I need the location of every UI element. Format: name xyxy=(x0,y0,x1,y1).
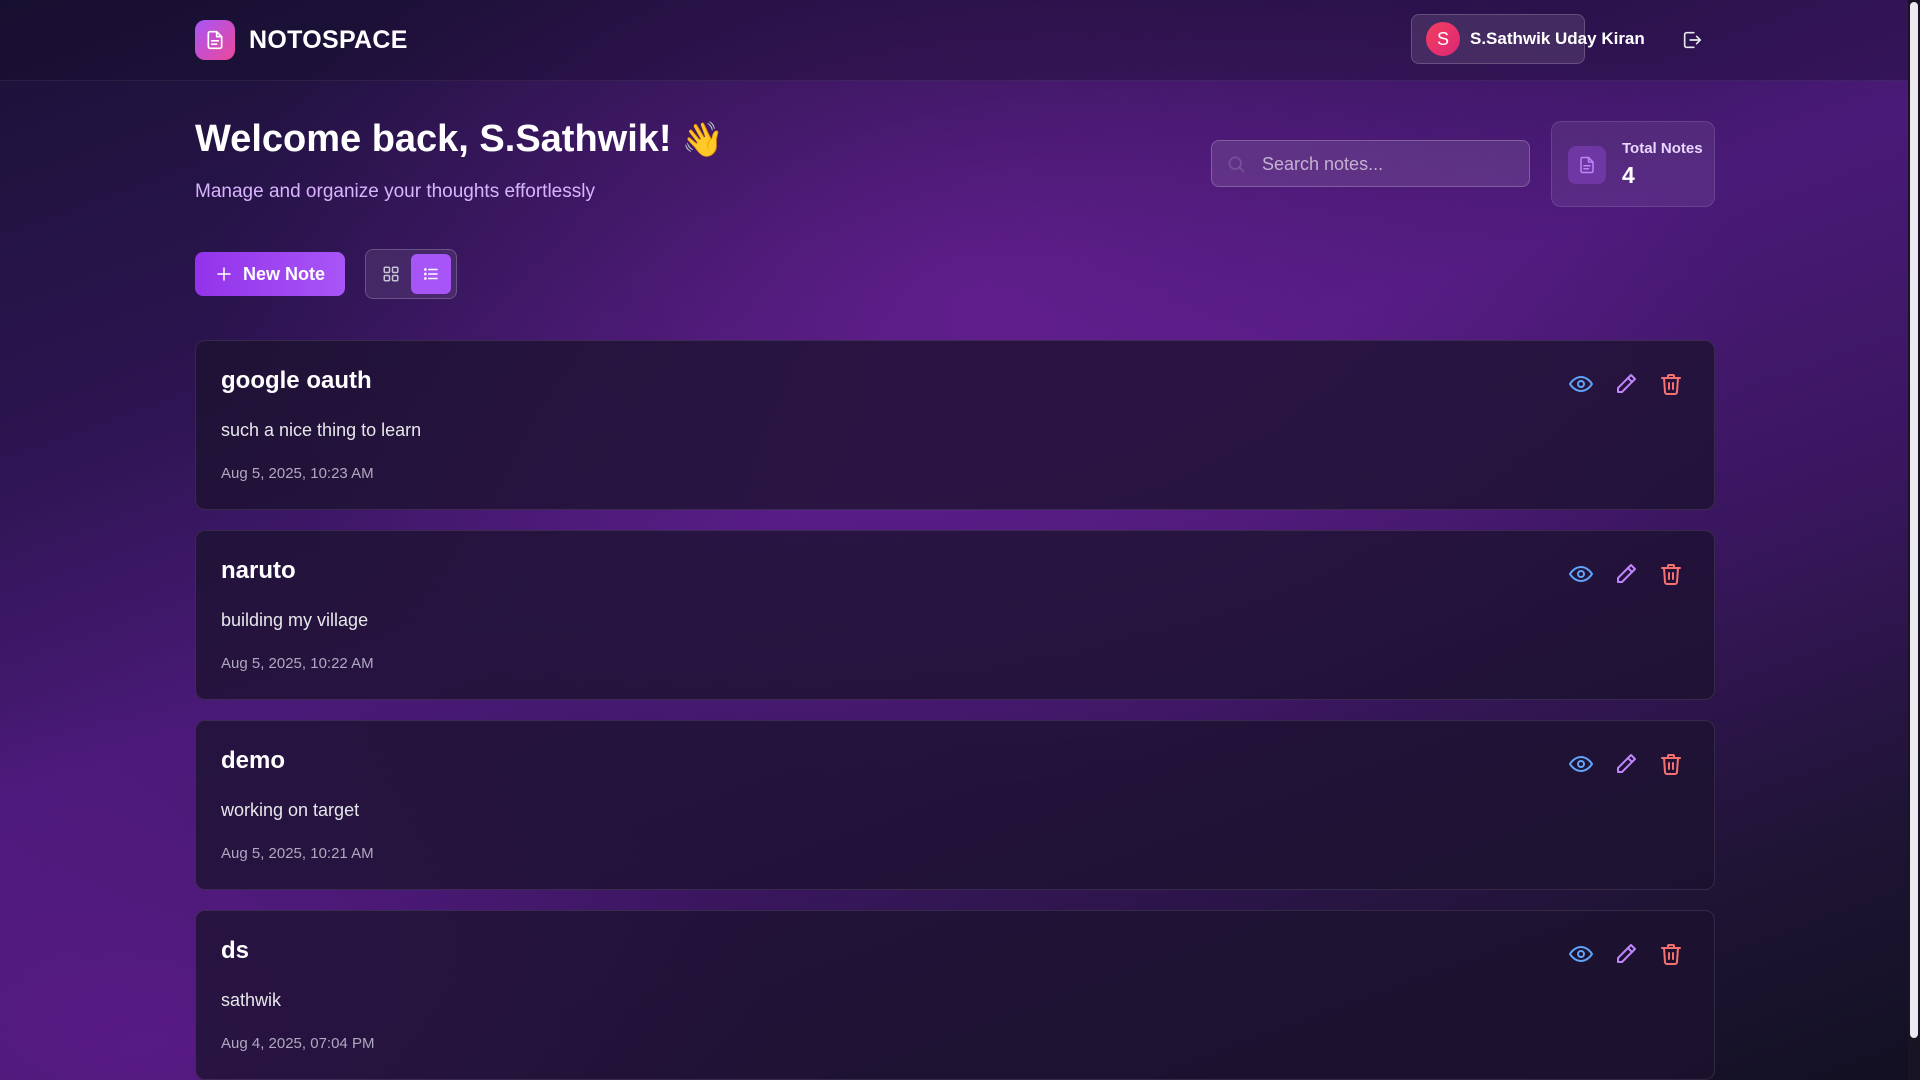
document-icon xyxy=(195,20,235,60)
top-header: NOTOSPACE S S.Sathwik Uday Kiran xyxy=(0,0,1908,81)
total-notes-label: Total Notes xyxy=(1622,140,1703,157)
avatar: S xyxy=(1426,22,1460,56)
view-note-eye-icon[interactable] xyxy=(1568,751,1594,777)
edit-note-pencil-icon[interactable] xyxy=(1613,751,1639,777)
new-note-label: New Note xyxy=(242,263,325,284)
note-actions xyxy=(1568,371,1684,397)
note-body: such a nice thing to learn xyxy=(221,420,422,440)
edit-note-pencil-icon[interactable] xyxy=(1613,941,1639,967)
note-date: Aug 5, 2025, 10:22 AM xyxy=(221,655,374,672)
note-date: Aug 5, 2025, 10:21 AM xyxy=(221,845,374,862)
plus-icon xyxy=(217,267,231,281)
new-note-button[interactable]: New Note xyxy=(195,252,345,296)
user-name: S.Sathwik Uday Kiran xyxy=(1470,29,1645,48)
page-scrollbar[interactable] xyxy=(1908,0,1920,1080)
logout-icon[interactable] xyxy=(1678,26,1706,54)
search-input[interactable] xyxy=(1260,141,1524,188)
note-body: sathwik xyxy=(221,990,282,1010)
page-subtitle: Manage and organize your thoughts effort… xyxy=(195,181,595,202)
note-date: Aug 4, 2025, 07:04 PM xyxy=(221,1035,375,1052)
scrollbar-thumb[interactable] xyxy=(1910,2,1918,1038)
delete-note-trash-icon[interactable] xyxy=(1658,371,1684,397)
delete-note-trash-icon[interactable] xyxy=(1658,751,1684,777)
view-note-eye-icon[interactable] xyxy=(1568,371,1594,397)
note-card[interactable]: ds sathwik Aug 4, 2025, 07:04 PM xyxy=(195,910,1715,1080)
delete-note-trash-icon[interactable] xyxy=(1658,561,1684,587)
edit-note-pencil-icon[interactable] xyxy=(1613,561,1639,587)
brand[interactable]: NOTOSPACE xyxy=(195,20,408,60)
view-note-eye-icon[interactable] xyxy=(1568,941,1594,967)
user-profile-button[interactable]: S S.Sathwik Uday Kiran xyxy=(1411,14,1645,64)
note-card[interactable]: google oauth such a nice thing to learn … xyxy=(195,340,1715,510)
note-body: working on target xyxy=(221,800,360,820)
note-body: building my village xyxy=(221,610,369,630)
view-note-eye-icon[interactable] xyxy=(1568,561,1594,587)
search-icon xyxy=(1228,156,1245,173)
list-view-button[interactable] xyxy=(411,254,451,294)
page-title: Welcome back, S.Sathwik! 👋 xyxy=(195,118,724,161)
note-actions xyxy=(1568,751,1684,777)
note-title: demo xyxy=(221,747,286,774)
edit-note-pencil-icon[interactable] xyxy=(1613,371,1639,397)
grid-view-button[interactable] xyxy=(371,254,411,294)
wave-emoji: 👋 xyxy=(681,121,724,159)
notes-count-icon xyxy=(1568,146,1606,184)
note-date: Aug 5, 2025, 10:23 AM xyxy=(221,465,374,482)
grid-icon xyxy=(383,266,399,282)
search-box[interactable] xyxy=(1211,140,1530,188)
note-title: google oauth xyxy=(221,367,372,394)
total-notes-card: Total Notes 4 xyxy=(1551,121,1715,207)
note-actions xyxy=(1568,561,1684,587)
delete-note-trash-icon[interactable] xyxy=(1658,941,1684,967)
brand-name: NOTOSPACE xyxy=(249,25,408,54)
view-toggle xyxy=(365,249,457,299)
note-card[interactable]: naruto building my village Aug 5, 2025, … xyxy=(195,530,1715,700)
note-actions xyxy=(1568,941,1684,967)
welcome-text: Welcome back, S.Sathwik! xyxy=(195,118,672,160)
note-card[interactable]: demo working on target Aug 5, 2025, 10:2… xyxy=(195,720,1715,890)
note-title: naruto xyxy=(221,557,296,584)
total-notes-count: 4 xyxy=(1622,162,1635,188)
list-icon xyxy=(424,268,438,280)
note-title: ds xyxy=(221,937,250,964)
